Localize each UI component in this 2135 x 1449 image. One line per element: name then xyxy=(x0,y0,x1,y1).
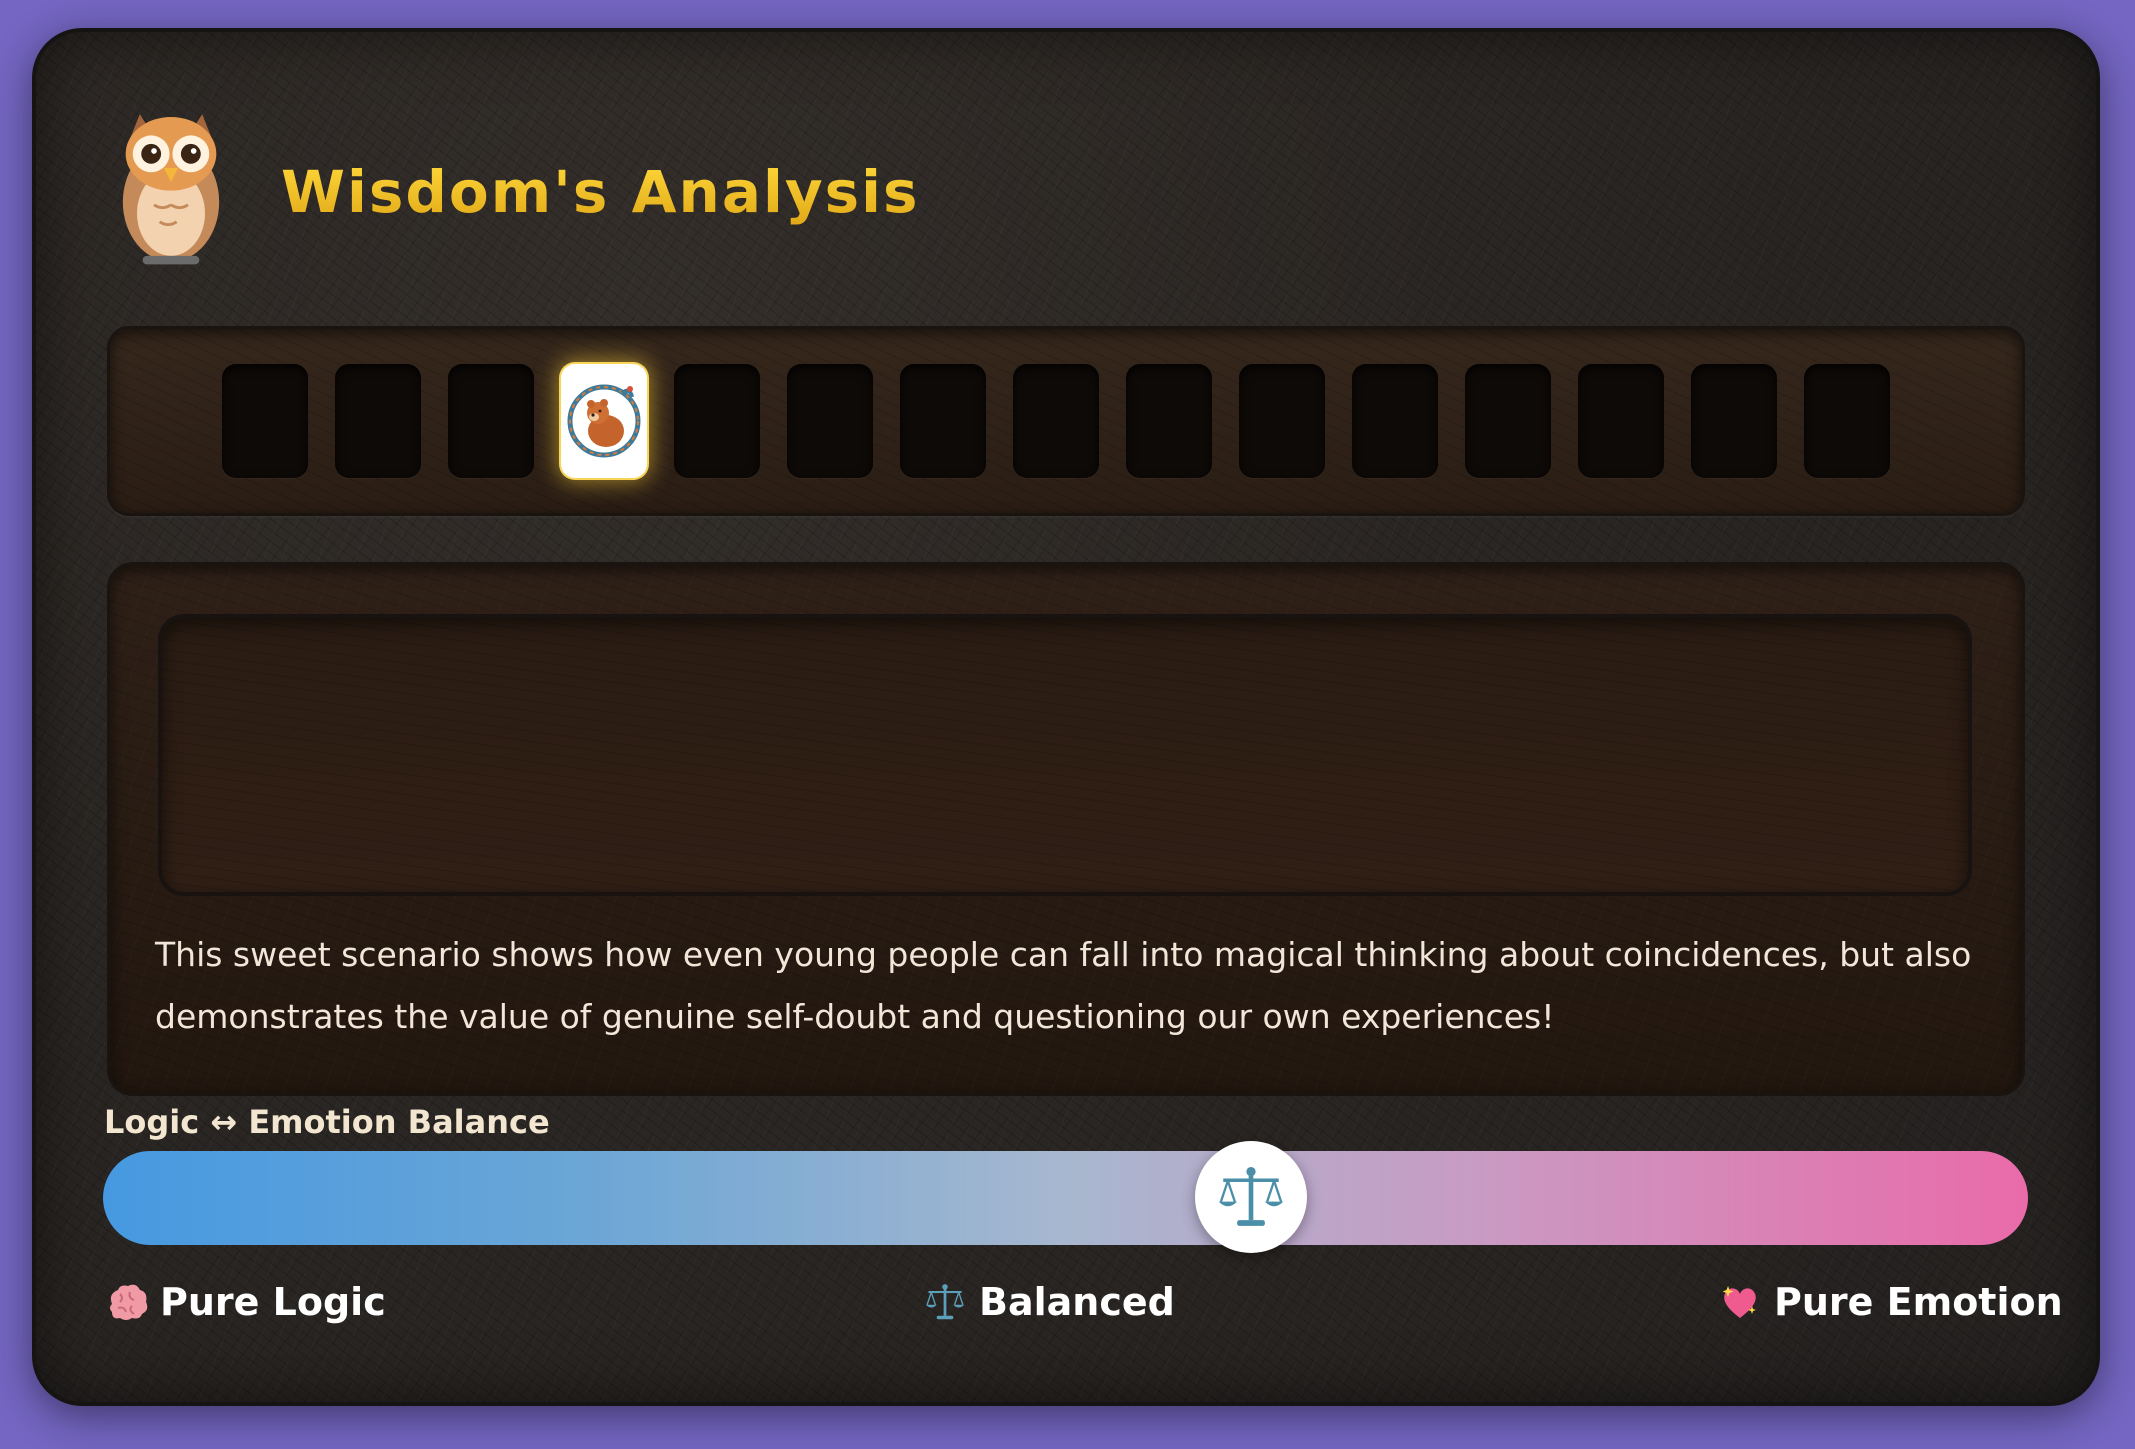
balance-label: Logic ↔ Emotion Balance xyxy=(104,1103,550,1141)
card-slot[interactable] xyxy=(1013,364,1099,478)
balanced-text: Balanced xyxy=(979,1280,1175,1324)
logic-emotion-slider-thumb[interactable] xyxy=(1195,1141,1307,1253)
scales-icon xyxy=(925,1284,965,1320)
card-slot[interactable] xyxy=(1239,364,1325,478)
panel-header xyxy=(96,100,246,270)
card-slot[interactable] xyxy=(335,364,421,478)
card-slot[interactable] xyxy=(222,364,308,478)
card-slot[interactable] xyxy=(900,364,986,478)
card-slot-active[interactable] xyxy=(561,364,647,478)
card-slot[interactable] xyxy=(1691,364,1777,478)
panel-title: Wisdom's Analysis xyxy=(281,158,920,226)
card-slot[interactable] xyxy=(674,364,760,478)
card-slot[interactable] xyxy=(448,364,534,478)
card-slot[interactable] xyxy=(1126,364,1212,478)
pure-logic-text: Pure Logic xyxy=(160,1280,386,1324)
pure-logic-label: Pure Logic xyxy=(104,1280,386,1324)
card-slot[interactable] xyxy=(1804,364,1890,478)
card-slot[interactable] xyxy=(1578,364,1664,478)
analysis-display-box xyxy=(158,614,1972,896)
bear-snake-card-icon xyxy=(567,384,641,458)
brain-icon xyxy=(110,1284,148,1320)
pure-emotion-text: Pure Emotion xyxy=(1774,1280,2063,1324)
card-slot[interactable] xyxy=(1465,364,1551,478)
logic-emotion-slider-track[interactable] xyxy=(103,1151,2028,1245)
analysis-text: This sweet scenario shows how even young… xyxy=(155,935,1972,1036)
pure-emotion-label: Pure Emotion xyxy=(1718,1280,2063,1324)
card-slot[interactable] xyxy=(1352,364,1438,478)
card-slot[interactable] xyxy=(787,364,873,478)
sparkling-heart-icon xyxy=(1722,1286,1756,1318)
owl-icon xyxy=(122,114,220,265)
scales-icon xyxy=(1218,1166,1284,1226)
balanced-label: Balanced xyxy=(923,1280,1175,1324)
